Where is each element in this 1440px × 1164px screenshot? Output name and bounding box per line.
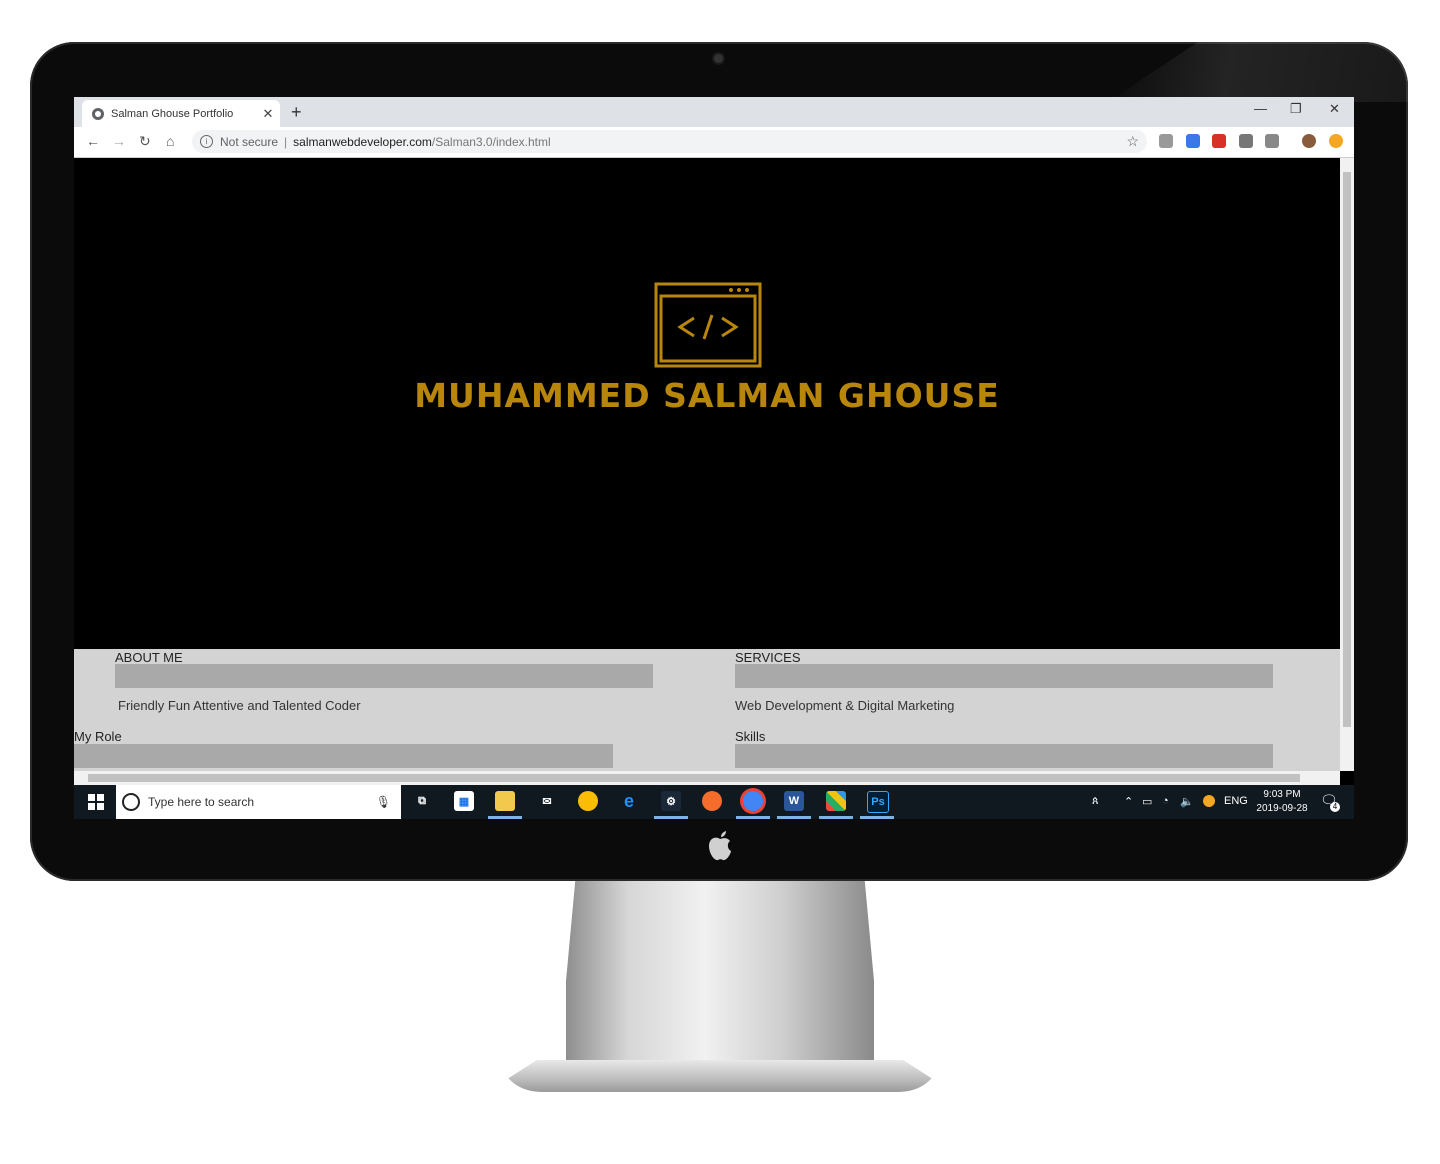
steam-icon[interactable]: ⚙ (661, 791, 681, 811)
role-bar (74, 744, 613, 768)
minimize-button[interactable]: — (1254, 101, 1267, 116)
vertical-scrollbar[interactable] (1340, 158, 1354, 771)
task-view-icon[interactable]: ⧉ (412, 791, 432, 811)
horizontal-scroll-thumb[interactable] (88, 774, 1300, 782)
address-bar[interactable]: i Not secure | salmanwebdeveloper.com/Sa… (192, 130, 1147, 153)
screen: Salman Ghouse Portfolio ✕ + — ❐ ✕ ← → ↻ … (74, 97, 1354, 819)
word-active (777, 816, 811, 819)
clock-time: 9:03 PM (1263, 789, 1301, 800)
code-window-icon (654, 282, 762, 368)
page-content: MUHAMMED SALMAN GHOUSE ABOUT ME Friendly… (74, 158, 1340, 771)
new-tab-button[interactable]: + (291, 102, 302, 123)
chrome-icon[interactable] (743, 791, 763, 811)
browser-tab[interactable]: Salman Ghouse Portfolio ✕ (82, 100, 280, 127)
maximize-button[interactable]: ❐ (1290, 101, 1302, 117)
file-explorer-active (488, 816, 522, 819)
notification-count: 4 (1330, 802, 1340, 812)
taskbar-search-box[interactable]: Type here to search 🎙 (116, 785, 401, 819)
close-window-button[interactable]: ✕ (1329, 101, 1340, 117)
back-button[interactable]: ← (86, 133, 100, 149)
search-placeholder: Type here to search (148, 795, 255, 809)
hero-title: MUHAMMED SALMAN GHOUSE (414, 376, 1000, 415)
people-icon[interactable]: ጰ (1092, 795, 1099, 808)
bookmark-star-icon[interactable]: ☆ (1126, 133, 1139, 150)
reload-button[interactable]: ↻ (139, 133, 151, 150)
battery-icon[interactable]: ▭ (1142, 795, 1152, 808)
chrome-active (736, 816, 770, 819)
photoshop-active (860, 816, 894, 819)
steam-active (654, 816, 688, 819)
file-explorer-icon[interactable] (495, 791, 515, 811)
origin-icon[interactable] (702, 791, 722, 811)
services-bar (735, 664, 1273, 688)
browser-toolbar: ← → ↻ ⌂ i Not secure | salmanwebdevelope… (74, 127, 1354, 158)
taskbar-clock[interactable]: 9:03 PM 2019-09-28 (1254, 788, 1310, 816)
apple-logo-icon (709, 831, 731, 861)
extension-icon-2[interactable] (1186, 134, 1200, 148)
screen-glare (1108, 42, 1408, 102)
horizontal-scrollbar[interactable] (74, 771, 1340, 785)
about-bar (115, 664, 653, 688)
edge-icon[interactable]: e (619, 791, 639, 811)
globe-icon (92, 107, 104, 120)
windows-start-icon[interactable] (88, 794, 104, 810)
word-icon[interactable]: W (784, 791, 804, 811)
services-label: SERVICES (735, 650, 801, 665)
url-host: salmanwebdeveloper.com (293, 134, 432, 149)
color-app-icon[interactable] (1203, 795, 1215, 807)
browser-tabstrip: Salman Ghouse Portfolio ✕ + — ❐ ✕ (74, 97, 1354, 127)
windows-taskbar: Type here to search 🎙 ⧉ ▦ ✉ e ⚙ W Ps ጰ ⌃… (74, 785, 1354, 819)
profile-avatar[interactable] (1302, 134, 1316, 148)
tab-title: Salman Ghouse Portfolio (111, 107, 234, 120)
home-button[interactable]: ⌂ (166, 133, 174, 149)
extension-icon-4[interactable] (1239, 134, 1253, 148)
forward-button[interactable]: → (112, 133, 126, 149)
skills-bar (735, 744, 1273, 768)
monitor-stand-base (502, 1060, 938, 1092)
clock-date: 2019-09-28 (1256, 803, 1308, 814)
services-text: Web Development & Digital Marketing (735, 698, 955, 713)
windows-media-icon[interactable] (826, 791, 846, 811)
windows-media-active (819, 816, 853, 819)
monitor-stand-neck (566, 881, 874, 1081)
about-label: ABOUT ME (115, 650, 183, 665)
url-text: salmanwebdeveloper.com/Salman3.0/index.h… (293, 135, 550, 149)
about-text: Friendly Fun Attentive and Talented Code… (118, 698, 361, 713)
volume-icon[interactable]: 🔈 (1180, 795, 1194, 808)
wifi-icon[interactable]: ◔ (1162, 795, 1169, 807)
photoshop-icon[interactable]: Ps (867, 791, 889, 813)
vertical-scroll-thumb[interactable] (1343, 172, 1351, 727)
extension-icon-1[interactable] (1159, 134, 1173, 148)
skills-label: Skills (735, 729, 766, 744)
url-path: /Salman3.0/index.html (431, 134, 551, 149)
store-icon[interactable]: ▦ (454, 791, 474, 811)
cortana-icon (122, 793, 140, 811)
chrome-canary-icon[interactable] (578, 791, 598, 811)
security-label: Not secure (220, 134, 279, 149)
microphone-icon[interactable]: 🎙 (376, 795, 391, 809)
role-label: My Role (74, 729, 122, 744)
info-icon[interactable]: i (200, 135, 213, 148)
chevron-up-icon[interactable]: ⌃ (1124, 795, 1133, 808)
address-separator: | (284, 134, 288, 149)
info-panel: ABOUT ME Friendly Fun Attentive and Tale… (74, 649, 1340, 771)
extension-icon-3[interactable] (1212, 134, 1226, 148)
language-indicator[interactable]: ENG (1224, 795, 1248, 807)
update-alert-icon[interactable] (1329, 134, 1343, 148)
webcam (714, 54, 723, 63)
extension-icon-5[interactable] (1265, 134, 1279, 148)
tab-close-icon[interactable]: ✕ (260, 106, 276, 122)
mail-icon[interactable]: ✉ (537, 791, 557, 811)
